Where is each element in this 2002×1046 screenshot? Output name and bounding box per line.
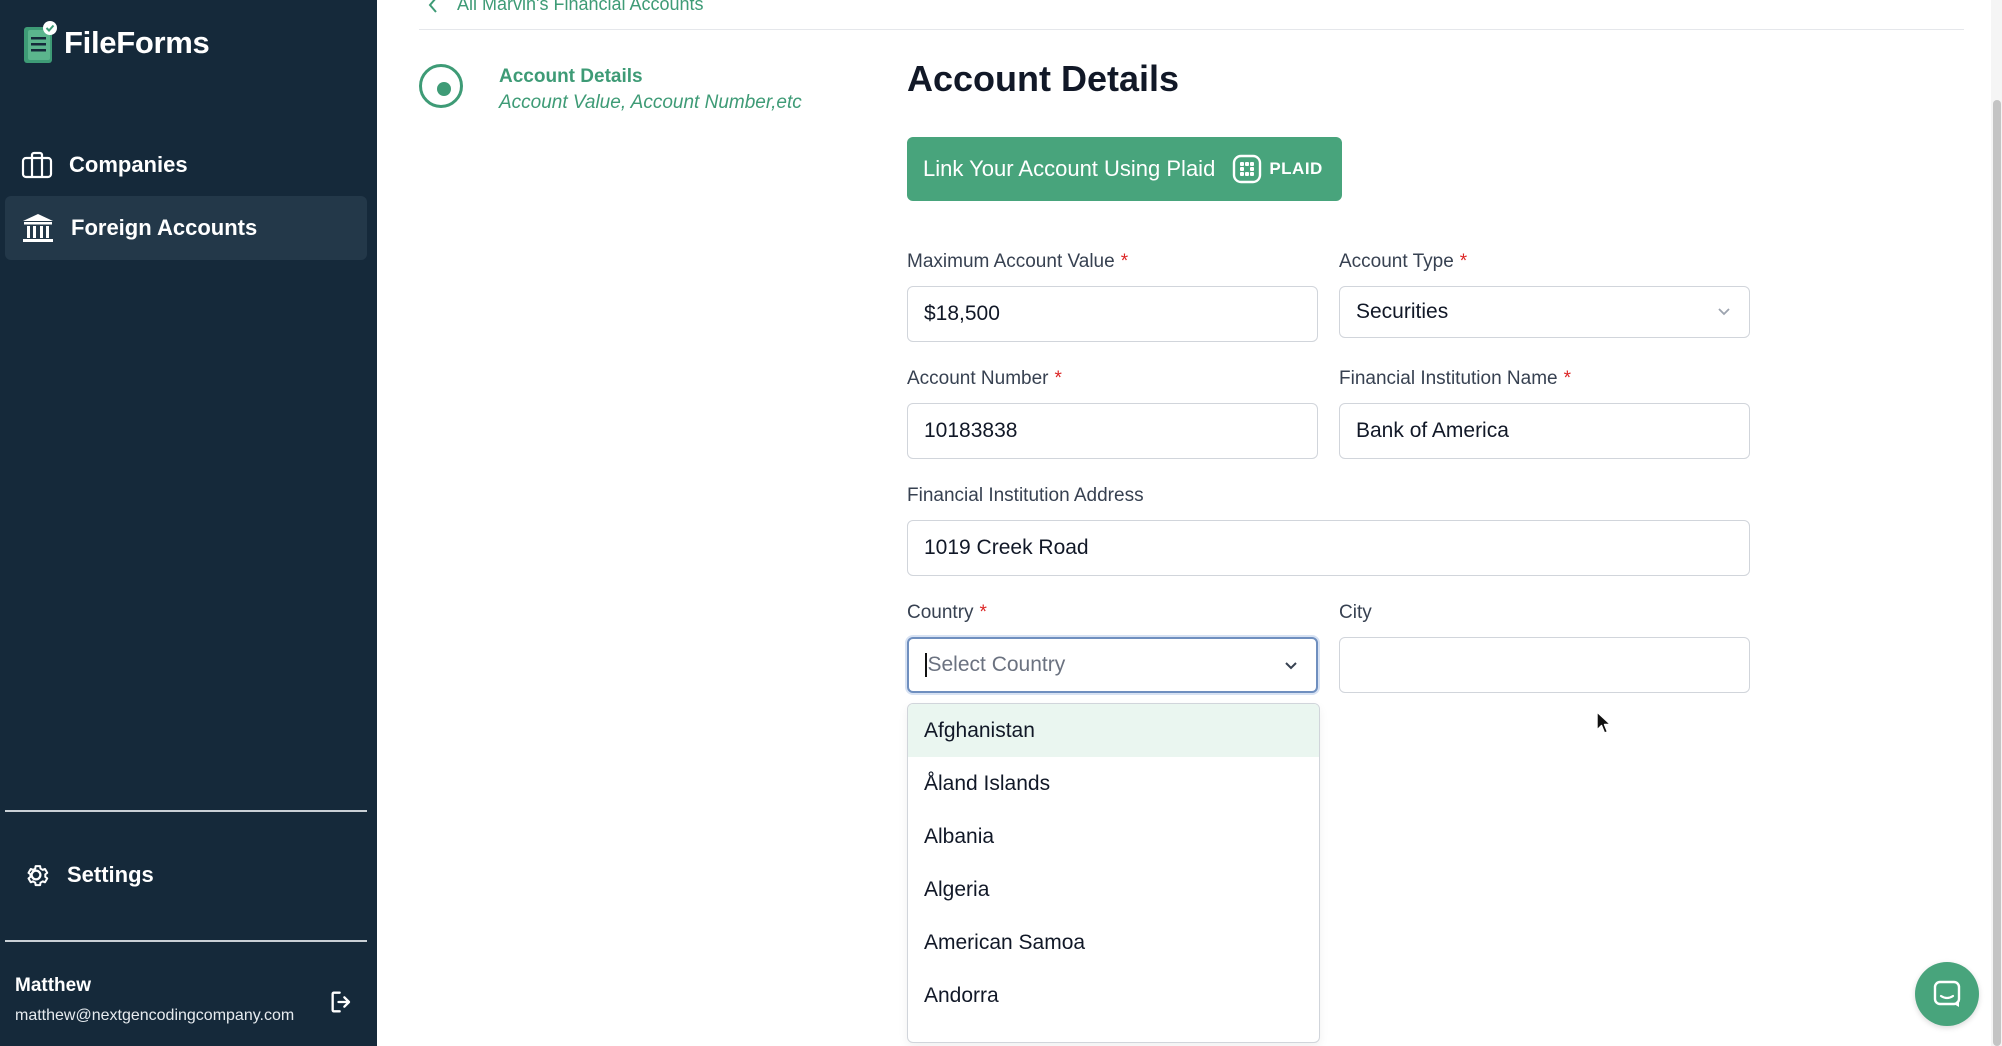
- plaid-icon: [1233, 154, 1262, 184]
- logout-button[interactable]: [328, 988, 356, 1021]
- sidebar-item-label: Settings: [67, 862, 154, 887]
- text-caret: [925, 653, 927, 677]
- plaid-button-label: Link Your Account Using Plaid: [923, 156, 1216, 181]
- document-logo-icon: [24, 21, 57, 63]
- country-select[interactable]: Select Country: [907, 637, 1318, 693]
- link-plaid-button[interactable]: Link Your Account Using Plaid PLAID: [907, 137, 1342, 201]
- sidebar-divider: [5, 940, 367, 942]
- country-option-american-samoa[interactable]: American Samoa: [908, 916, 1319, 969]
- scrollbar-thumb[interactable]: [1993, 100, 2001, 1046]
- logout-icon: [331, 991, 351, 1013]
- account-number-text: 10183838: [924, 419, 1018, 442]
- country-option-albania[interactable]: Albania: [908, 810, 1319, 863]
- header-divider: [419, 29, 1964, 30]
- sidebar-item-label: Companies: [69, 152, 188, 177]
- country-option-aland-islands[interactable]: Åland Islands: [908, 757, 1319, 810]
- main-content: All Marvin's Financial Accounts Account …: [377, 0, 2002, 1046]
- account-number-label: Account Number *: [907, 368, 1062, 389]
- app-name: FileForms: [64, 25, 210, 60]
- city-input[interactable]: [1339, 637, 1750, 693]
- step-subtitle: Account Value, Account Number,etc: [499, 92, 802, 113]
- plaid-wordmark: PLAID: [1269, 159, 1323, 178]
- max-value-input[interactable]: $18,500: [907, 286, 1318, 342]
- chevron-left-icon: [428, 0, 437, 13]
- country-placeholder: Select Country: [927, 653, 1066, 676]
- institution-name-text: Bank of America: [1356, 419, 1509, 442]
- country-dropdown[interactable]: Afghanistan Åland Islands Albania Algeri…: [907, 703, 1320, 1043]
- sidebar-divider: [5, 810, 367, 812]
- institution-address-text: 1019 Creek Road: [924, 536, 1089, 559]
- country-label: Country *: [907, 602, 987, 623]
- chevron-down-icon: [1285, 662, 1297, 670]
- chat-icon: [1933, 980, 1961, 1007]
- city-label: City: [1339, 602, 1372, 623]
- section-title: Account Details: [907, 58, 1180, 99]
- briefcase-icon: [21, 151, 53, 179]
- country-option-andorra[interactable]: Andorra: [908, 969, 1319, 1022]
- institution-name-input[interactable]: Bank of America: [1339, 403, 1750, 459]
- sidebar-item-foreign-accounts[interactable]: Foreign Accounts: [5, 196, 367, 260]
- plaid-logo: PLAID: [1231, 153, 1323, 185]
- gear-icon: [27, 865, 49, 887]
- back-link[interactable]: All Marvin's Financial Accounts: [427, 0, 704, 15]
- sidebar: FileForms Companies Foreign Accounts Set…: [0, 0, 377, 1046]
- app-logo[interactable]: FileForms: [20, 20, 210, 66]
- max-value-label: Maximum Account Value *: [907, 251, 1129, 272]
- country-option-afghanistan[interactable]: Afghanistan: [908, 704, 1319, 757]
- country-option-algeria[interactable]: Algeria: [908, 863, 1319, 916]
- account-type-value: Securities: [1356, 300, 1449, 323]
- institution-address-input[interactable]: 1019 Creek Road: [907, 520, 1750, 576]
- sidebar-item-settings[interactable]: Settings: [5, 843, 367, 907]
- chat-support-button[interactable]: [1915, 962, 1979, 1026]
- institution-name-label: Financial Institution Name *: [1339, 368, 1572, 389]
- step-title: Account Details: [499, 66, 643, 87]
- max-value-text: $18,500: [924, 302, 1000, 325]
- sidebar-item-companies[interactable]: Companies: [5, 133, 367, 197]
- account-type-select[interactable]: Securities: [1339, 286, 1750, 338]
- institution-address-label: Financial Institution Address: [907, 485, 1144, 506]
- bank-icon: [23, 214, 53, 242]
- step-indicator: [419, 64, 463, 108]
- user-name: Matthew: [15, 975, 91, 996]
- chevron-down-icon: [1718, 308, 1730, 316]
- back-link-label: All Marvin's Financial Accounts: [457, 0, 704, 14]
- account-type-label: Account Type *: [1339, 251, 1468, 272]
- mouse-pointer-icon: [1596, 711, 1612, 734]
- account-number-input[interactable]: 10183838: [907, 403, 1318, 459]
- user-email: matthew@nextgencodingcompany.com: [15, 1007, 295, 1024]
- sidebar-item-label: Foreign Accounts: [71, 215, 258, 240]
